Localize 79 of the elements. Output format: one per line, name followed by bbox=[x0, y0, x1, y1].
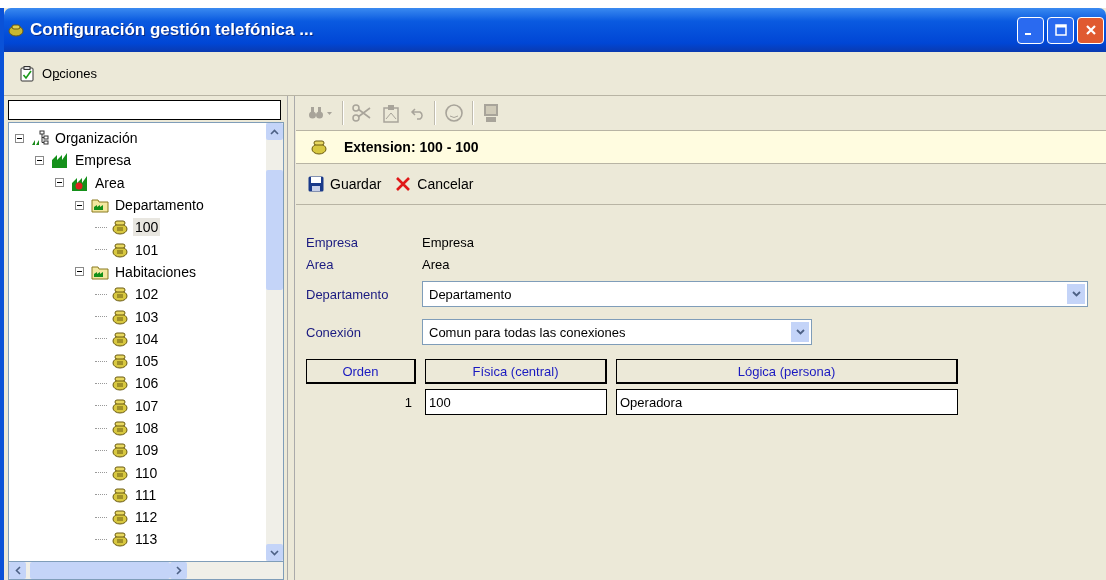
horizontal-scrollbar[interactable] bbox=[8, 562, 284, 580]
phone-icon bbox=[111, 241, 129, 258]
scroll-up-icon bbox=[270, 128, 279, 135]
input-field[interactable]: Operadora bbox=[616, 389, 958, 415]
tree-item[interactable]: 108 bbox=[133, 419, 161, 437]
field-value: Area bbox=[422, 256, 450, 272]
minimize-button[interactable] bbox=[1017, 16, 1044, 44]
phone-icon bbox=[111, 286, 129, 303]
phone-icon bbox=[310, 139, 328, 155]
column-header[interactable]: Lógica (persona) bbox=[616, 359, 958, 384]
scroll-right-icon bbox=[175, 566, 182, 575]
tree-item[interactable]: 101 bbox=[133, 240, 161, 259]
tree-item[interactable]: Departamento bbox=[113, 196, 206, 215]
phone-icon bbox=[8, 22, 24, 38]
vertical-scrollbar[interactable] bbox=[266, 123, 283, 561]
tree-item[interactable]: 112 bbox=[133, 508, 160, 527]
clipboard-check-icon bbox=[20, 65, 34, 82]
maximize-button[interactable] bbox=[1047, 16, 1074, 44]
phone-icon bbox=[111, 308, 129, 325]
phone-icon bbox=[111, 219, 129, 236]
scroll-down-icon bbox=[270, 549, 279, 556]
factory-icon bbox=[51, 152, 69, 169]
input-field[interactable]: 100 bbox=[425, 389, 607, 415]
phone-icon bbox=[111, 442, 129, 459]
collapse-toggle[interactable] bbox=[55, 178, 67, 188]
collapse-toggle[interactable] bbox=[75, 200, 87, 210]
field-label: Area bbox=[306, 256, 335, 272]
tree-item[interactable]: Habitaciones bbox=[113, 262, 198, 281]
phone-icon bbox=[111, 397, 129, 414]
column-header[interactable]: Física (central) bbox=[425, 359, 607, 384]
hierarchy-icon bbox=[31, 130, 49, 147]
phone-icon bbox=[111, 531, 129, 548]
field-label: Empresa bbox=[306, 234, 360, 250]
collapse-toggle[interactable] bbox=[15, 133, 27, 143]
phone-icon bbox=[111, 353, 129, 370]
tree-item[interactable]: 104 bbox=[133, 329, 161, 348]
collapse-toggle[interactable] bbox=[75, 267, 87, 277]
maximize-icon bbox=[1054, 24, 1067, 36]
column-header[interactable]: Orden bbox=[306, 359, 416, 384]
tree-item[interactable]: 106 bbox=[133, 374, 161, 393]
phone-icon bbox=[111, 330, 129, 347]
close-button[interactable] bbox=[1077, 16, 1104, 44]
tree-item[interactable]: 102 bbox=[133, 285, 161, 304]
field-value: Empresa bbox=[422, 234, 475, 250]
close-icon bbox=[1084, 24, 1097, 36]
phone-icon bbox=[111, 464, 129, 481]
tree-item[interactable]: Area bbox=[93, 173, 127, 192]
tree-item[interactable]: 110 bbox=[133, 463, 160, 482]
menu-item[interactable]: Opciones bbox=[20, 65, 97, 82]
save-button[interactable]: Guardar bbox=[306, 174, 384, 194]
folder-icon bbox=[91, 263, 109, 280]
minimize-icon bbox=[1024, 33, 1031, 35]
scroll-left-icon bbox=[14, 566, 21, 575]
row-number: 1 bbox=[403, 394, 413, 410]
record-title: Extension: 100 - 100 bbox=[344, 139, 479, 155]
phone-icon bbox=[111, 486, 129, 503]
field-label: Conexión bbox=[306, 324, 362, 340]
phone-icon bbox=[111, 509, 129, 526]
tree-item[interactable]: Organización bbox=[53, 129, 140, 148]
cancel-button[interactable]: Cancelar bbox=[393, 174, 476, 194]
tree-item[interactable]: 100 bbox=[133, 218, 161, 237]
phone-icon bbox=[111, 375, 129, 392]
tree-item[interactable]: 113 bbox=[133, 530, 160, 549]
phone-icon bbox=[111, 420, 129, 436]
field-label: Departamento bbox=[306, 286, 390, 302]
dropdown-field[interactable]: Comun para todas las conexiones bbox=[422, 319, 812, 345]
tree-item[interactable]: 103 bbox=[133, 307, 161, 326]
tree-item[interactable]: 111 bbox=[133, 485, 159, 504]
collapse-toggle[interactable] bbox=[35, 155, 47, 165]
tree-item[interactable]: 109 bbox=[133, 441, 161, 460]
tree-item[interactable]: Empresa bbox=[73, 151, 134, 170]
cross-icon bbox=[395, 176, 412, 192]
tree-item[interactable]: 107 bbox=[133, 396, 161, 415]
tree-item[interactable]: 105 bbox=[133, 352, 161, 371]
folder-icon bbox=[91, 197, 109, 214]
window-title: Configuración gestión telefónica ... bbox=[30, 20, 314, 40]
search-field[interactable] bbox=[8, 100, 281, 120]
dropdown-field[interactable]: Departamento bbox=[422, 281, 1088, 307]
factory-alert-icon bbox=[71, 174, 89, 191]
